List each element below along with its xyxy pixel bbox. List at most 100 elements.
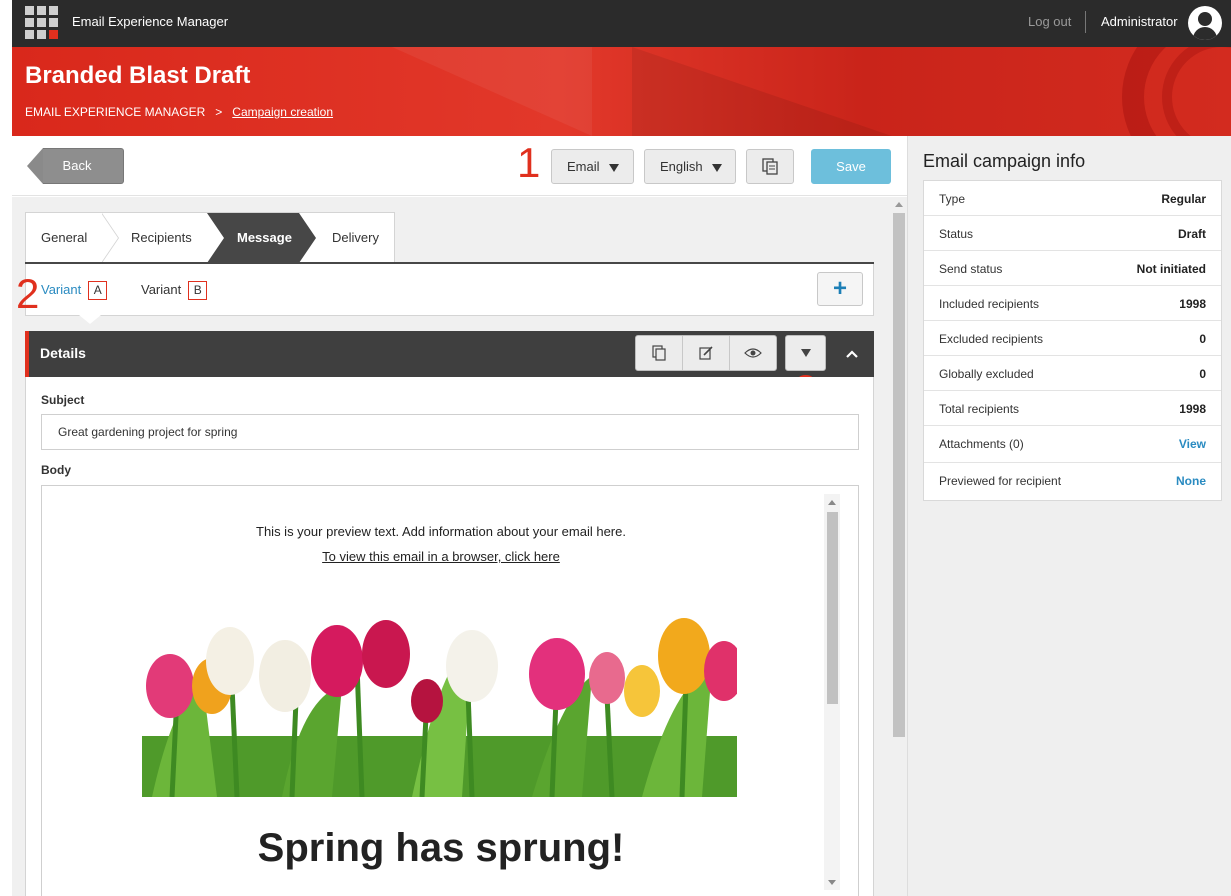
save-button[interactable]: Save (811, 149, 891, 184)
app-launcher-icon[interactable] (25, 6, 58, 39)
scroll-up-icon[interactable] (828, 500, 836, 505)
info-label: Type (939, 192, 966, 206)
eye-icon (744, 348, 762, 358)
info-row-included-recipients: Included recipients 1998 (924, 286, 1221, 321)
info-row-globally-excluded: Globally excluded 0 (924, 356, 1221, 391)
info-row-total-recipients: Total recipients 1998 (924, 391, 1221, 426)
previewed-recipient-link[interactable]: None (1176, 474, 1206, 488)
tulip-banner-image (142, 616, 737, 797)
details-header: Details (25, 331, 874, 377)
plus-icon: + (832, 275, 847, 302)
scroll-down-icon[interactable] (828, 880, 836, 885)
info-value: 0 (1199, 332, 1206, 346)
info-row-excluded-recipients: Excluded recipients 0 (924, 321, 1221, 356)
preview-button[interactable] (730, 336, 776, 370)
info-row-type: Type Regular (924, 181, 1221, 216)
top-bar: Email Experience Manager Log out Adminis… (12, 0, 1231, 47)
email-headline: Spring has sprung! (257, 826, 625, 870)
divider (1085, 11, 1086, 33)
add-variant-button[interactable]: + (817, 272, 863, 306)
details-actions (635, 335, 777, 371)
campaign-info-panel: Email campaign info Type Regular Status … (907, 136, 1231, 896)
details-title: Details (40, 345, 86, 361)
copy-icon (762, 158, 778, 175)
app-title: Email Experience Manager (72, 14, 229, 29)
info-label: Included recipients (939, 297, 1040, 311)
campaign-info-table: Type Regular Status Draft Send status No… (923, 180, 1222, 501)
page-header: Branded Blast Draft EMAIL EXPERIENCE MAN… (12, 47, 1231, 136)
body-label: Body (41, 463, 71, 477)
info-row-previewed-for-recipient: Previewed for recipient None (924, 463, 1221, 500)
info-value: Not initiated (1136, 262, 1206, 276)
variant-b-tab[interactable]: Variant B (141, 281, 208, 300)
view-attachments-link[interactable]: View (1179, 437, 1206, 451)
avatar-icon[interactable] (1188, 6, 1222, 40)
caret-down-icon (800, 349, 811, 357)
main-content: General Recipients Message Delivery Vari… (12, 197, 907, 896)
copy-button[interactable] (746, 149, 794, 184)
info-value: 1998 (1179, 297, 1206, 311)
info-row-attachments: Attachments (0) View (924, 426, 1221, 463)
info-value: Regular (1161, 192, 1206, 206)
language-dropdown-label: English (660, 159, 703, 174)
body-scrollbar[interactable] (824, 494, 840, 890)
active-variant-pointer (79, 315, 101, 324)
chevron-up-icon (846, 350, 858, 358)
back-button-label: Back (43, 148, 124, 184)
variant-tabs: Variant A Variant B + (25, 264, 874, 324)
variant-b-label: Variant (141, 281, 182, 297)
variant-a-badge: A (88, 281, 108, 300)
subject-input[interactable]: Great gardening project for spring (41, 414, 859, 450)
caret-down-icon (608, 163, 619, 172)
breadcrumb: EMAIL EXPERIENCE MANAGER > Campaign creati… (25, 105, 333, 119)
variant-b-badge: B (188, 281, 208, 300)
info-row-send-status: Send status Not initiated (924, 251, 1221, 286)
step-navigation: General Recipients Message Delivery (25, 212, 395, 263)
subject-label: Subject (41, 393, 85, 407)
chevron-right-icon (101, 213, 120, 263)
channel-dropdown[interactable]: Email (551, 149, 634, 184)
edit-icon (699, 346, 713, 360)
info-label: Excluded recipients (939, 332, 1044, 346)
campaign-info-title: Email campaign info (923, 151, 1086, 171)
step-recipients[interactable]: Recipients (131, 213, 192, 263)
step-message[interactable]: Message (237, 213, 292, 263)
step-delivery[interactable]: Delivery (332, 213, 379, 263)
duplicate-button[interactable] (636, 336, 683, 370)
app-window: Email Experience Manager Log out Adminis… (0, 0, 1231, 896)
logout-link[interactable]: Log out (1028, 14, 1071, 29)
left-margin (0, 0, 12, 896)
info-label: Total recipients (939, 402, 1020, 416)
back-button[interactable]: Back (27, 148, 124, 184)
collapse-button[interactable] (842, 344, 862, 364)
annotation-2: 2 (16, 270, 40, 317)
user-name[interactable]: Administrator (1101, 14, 1178, 29)
channel-dropdown-label: Email (567, 159, 600, 174)
scroll-thumb[interactable] (893, 213, 905, 737)
info-label: Previewed for recipient (939, 474, 1062, 488)
content-scrollbar[interactable] (891, 197, 907, 896)
info-value: Draft (1177, 227, 1206, 241)
email-body-preview[interactable]: This is your preview text. Add informati… (41, 485, 859, 896)
info-label: Globally excluded (939, 367, 1034, 381)
scroll-thumb[interactable] (827, 512, 838, 704)
info-value: 0 (1199, 367, 1206, 381)
breadcrumb-root[interactable]: EMAIL EXPERIENCE MANAGER (25, 105, 205, 119)
info-label: Attachments (0) (939, 437, 1024, 451)
edit-button[interactable] (683, 336, 730, 370)
info-label: Status (939, 227, 974, 241)
breadcrumb-current[interactable]: Campaign creation (232, 105, 333, 119)
view-in-browser-link[interactable]: To view this email in a browser, click h… (42, 549, 840, 564)
annotation-1: 1 (517, 139, 541, 186)
step-general[interactable]: General (41, 213, 87, 263)
toolbar: Back 1 Email English Save (12, 136, 907, 196)
info-row-status: Status Draft (924, 216, 1221, 251)
scroll-up-icon[interactable] (895, 202, 903, 207)
language-dropdown[interactable]: English (644, 149, 736, 184)
info-value: 1998 (1179, 402, 1206, 416)
variant-a-label: Variant (41, 281, 82, 297)
details-body: Subject Great gardening project for spri… (25, 377, 874, 896)
variant-a-tab[interactable]: Variant A (41, 281, 108, 300)
info-label: Send status (939, 262, 1003, 276)
page-title: Branded Blast Draft (25, 62, 251, 89)
